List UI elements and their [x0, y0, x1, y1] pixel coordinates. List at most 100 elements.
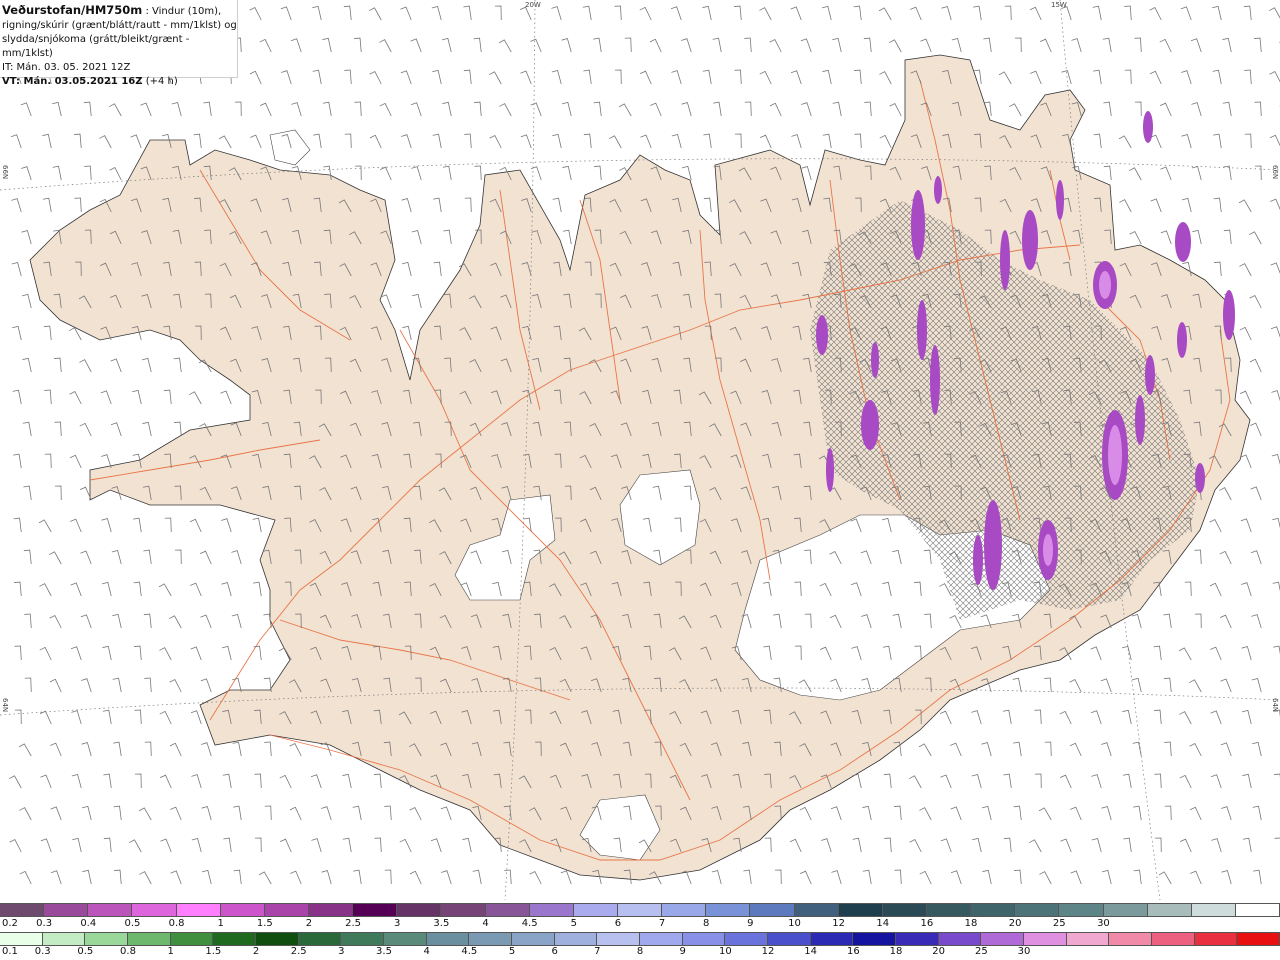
- legend-swatch: [882, 904, 927, 916]
- wind-barb: [142, 421, 152, 437]
- wind-barb: [1092, 5, 1102, 21]
- legend-swatch: [554, 933, 598, 945]
- wind-barb: [744, 37, 752, 53]
- legend-swatch: [1191, 904, 1236, 916]
- wind-barb: [289, 742, 302, 757]
- wind-barb: [24, 613, 32, 629]
- wind-barb: [489, 71, 502, 85]
- wind-barb: [141, 357, 152, 373]
- legend-swatch: [1235, 904, 1280, 916]
- wind-barb: [223, 837, 232, 853]
- legend-label: 20: [932, 946, 946, 957]
- wind-barb: [159, 647, 172, 661]
- wind-barb: [70, 518, 82, 533]
- wind-barb: [734, 5, 742, 21]
- wind-barb: [234, 101, 242, 117]
- wind-barb: [791, 134, 802, 149]
- wind-barb: [1103, 101, 1112, 117]
- wind-barb: [440, 806, 452, 821]
- legend-swatch: [810, 933, 854, 945]
- wind-barb: [1129, 230, 1142, 245]
- wind-barb: [231, 613, 242, 629]
- wind-barb: [852, 837, 862, 853]
- wind-barb: [1093, 133, 1102, 149]
- wind-barb: [1189, 806, 1202, 821]
- wind-barb: [1133, 805, 1142, 821]
- wind-barb: [200, 614, 212, 629]
- wind-barb: [1002, 709, 1012, 725]
- wind-barb: [894, 869, 902, 885]
- legend-swatch: [662, 904, 707, 916]
- wind-barb: [1164, 741, 1172, 757]
- wind-barb: [1179, 711, 1192, 725]
- wind-barb: [249, 6, 262, 21]
- wind-barb: [82, 869, 92, 885]
- wind-barb: [909, 775, 922, 789]
- wind-barb: [14, 709, 22, 725]
- wind-barb: [50, 870, 62, 885]
- wind-barb: [84, 165, 92, 181]
- wind-barb: [1221, 870, 1232, 885]
- wind-barb: [854, 133, 862, 149]
- wind-barb: [80, 614, 92, 629]
- wind-barb: [232, 741, 242, 757]
- legend-label: 12: [761, 946, 775, 957]
- wind-barb: [50, 742, 62, 757]
- wind-barb: [1178, 647, 1192, 661]
- legend-label: 3: [338, 946, 345, 957]
- wind-barb: [1269, 134, 1280, 147]
- wind-barb: [1254, 37, 1262, 53]
- wind-barb: [1214, 261, 1222, 277]
- wind-barb: [680, 870, 692, 885]
- wind-barb: [463, 69, 472, 85]
- wind-barb: [81, 678, 92, 693]
- wind-barb: [799, 870, 812, 885]
- wind-barb: [1131, 613, 1142, 629]
- wind-barb: [21, 230, 32, 245]
- wind-barb: [1059, 710, 1072, 725]
- wind-barb: [894, 805, 902, 821]
- wind-barb: [231, 550, 242, 565]
- wind-barb: [1132, 741, 1142, 757]
- wind-barb: [21, 166, 32, 181]
- wind-barb: [1209, 582, 1222, 597]
- wind-barb: [233, 805, 242, 821]
- legend-swatch: [298, 933, 342, 945]
- wind-barb: [1274, 837, 1280, 839]
- legend-swatch: [1152, 933, 1195, 945]
- legend-label: 14: [876, 918, 890, 929]
- wind-barb: [940, 774, 952, 789]
- wind-barb: [40, 838, 52, 853]
- wind-barb: [1249, 231, 1262, 245]
- wind-barb: [103, 837, 112, 853]
- wind-barb: [44, 389, 52, 405]
- wind-barb: [909, 838, 922, 853]
- legend-label: 10: [788, 918, 801, 929]
- wind-barb: [279, 838, 292, 853]
- wind-barb: [941, 6, 952, 21]
- wind-barb: [639, 70, 652, 85]
- wind-barb: [1160, 230, 1172, 245]
- wind-barb: [412, 293, 422, 309]
- wind-barb: [169, 742, 182, 757]
- wind-barb: [1240, 518, 1252, 533]
- legend-label: 4.5: [461, 946, 478, 957]
- wind-barb: [1059, 774, 1072, 789]
- wind-barb: [83, 101, 92, 117]
- wind-barb: [1195, 613, 1202, 629]
- wind-barb: [374, 773, 382, 789]
- wind-barb: [1269, 70, 1280, 83]
- wind-barb: [12, 389, 22, 405]
- wind-barb: [1044, 741, 1052, 757]
- wind-barb: [110, 422, 122, 437]
- wind-barb: [1100, 678, 1112, 693]
- wind-barb: [169, 678, 182, 693]
- wind-barb: [863, 37, 872, 53]
- wind-barb: [853, 5, 862, 21]
- wind-barb: [312, 5, 322, 21]
- wind-barb: [71, 773, 82, 789]
- wind-barb: [734, 69, 742, 85]
- legend-swatch: [170, 933, 214, 945]
- wind-barb: [1209, 518, 1222, 533]
- legend-label: 3: [394, 918, 401, 929]
